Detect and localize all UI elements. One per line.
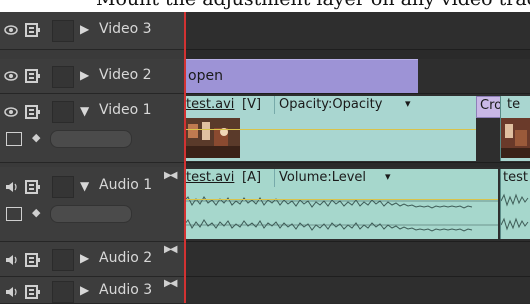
display-style-icon[interactable]: [6, 132, 22, 146]
speaker-icon[interactable]: [4, 285, 18, 299]
clip-track-tag: [V]: [242, 97, 262, 112]
chevron-down-icon: ▾: [385, 170, 391, 183]
speaker-icon[interactable]: [4, 253, 18, 267]
triangle-down-icon[interactable]: ▼: [80, 104, 89, 118]
display-style-icon[interactable]: [6, 207, 22, 221]
triangle-right-icon[interactable]: ▶: [80, 251, 89, 265]
tutorial-caption: Mount the adjustment layer on any video …: [0, 0, 530, 12]
effect-dropdown[interactable]: Volume:Level ▾: [274, 169, 397, 187]
keyframe-diamond-icon[interactable]: ◆: [32, 206, 40, 219]
track-lane-audio2[interactable]: [184, 242, 530, 277]
track-header-video2: ▶ Video 2: [0, 59, 184, 94]
track-name-audio3: Audio 3: [99, 282, 153, 298]
sync-bowtie-icon: ▶◀: [164, 278, 177, 289]
clip-audio1-test-avi[interactable]: test.avi [A] Volume:Level ▾ L R: [184, 169, 498, 239]
clip-audio1-next[interactable]: test: [500, 169, 530, 239]
keyframe-navigator[interactable]: [50, 205, 132, 223]
audio-waveform: [184, 189, 498, 237]
speaker-icon[interactable]: [4, 180, 18, 194]
track-header-video3: ▶ Video 3: [0, 12, 184, 50]
triangle-right-icon[interactable]: ▶: [80, 68, 89, 82]
eye-icon[interactable]: [4, 69, 18, 83]
track-lock-icon[interactable]: [24, 22, 42, 38]
track-name-video2: Video 2: [99, 67, 152, 83]
playhead-line[interactable]: [184, 12, 186, 303]
track-target-slot[interactable]: [52, 20, 74, 42]
track-lane-audio3[interactable]: [184, 277, 530, 303]
track-lock-icon[interactable]: [24, 252, 42, 268]
clip-thumbnail: [501, 118, 530, 158]
clip-label: te: [507, 97, 521, 112]
track-name-video1: Video 1: [99, 102, 152, 118]
track-target-slot[interactable]: [52, 66, 74, 88]
clip-file-name: test.avi: [186, 97, 235, 112]
chevron-down-icon: ▾: [405, 97, 411, 110]
track-target-slot[interactable]: [52, 281, 74, 303]
clip-video1-test-avi[interactable]: test.avi [V] Opacity:Opacity ▾: [184, 96, 476, 161]
sync-bowtie-icon: ▶◀: [164, 170, 177, 181]
clip-video1-next[interactable]: te: [500, 96, 530, 161]
clip-label: test: [503, 170, 528, 185]
audio-waveform: [501, 193, 529, 231]
eye-icon[interactable]: [4, 23, 18, 37]
track-header-audio1: ▼ Audio 1 ▶◀ ◆: [0, 167, 184, 242]
track-name-video3: Video 3: [99, 21, 152, 37]
effect-dropdown-label: Volume:Level: [279, 170, 367, 185]
track-name-audio1: Audio 1: [99, 177, 153, 193]
triangle-right-icon[interactable]: ▶: [80, 22, 89, 36]
clip-title-bar: test.avi [V] Opacity:Opacity ▾: [184, 96, 476, 114]
clip-label: open: [188, 68, 223, 84]
track-lock-icon[interactable]: [24, 179, 42, 195]
track-lock-icon[interactable]: [24, 104, 42, 120]
track-lane-video3[interactable]: [184, 12, 530, 50]
triangle-down-icon[interactable]: ▼: [80, 179, 89, 193]
track-headers-panel: ▶ Video 3 ▶ Video 2 ▼ Video 1 ◆ ▼ Audio …: [0, 12, 184, 304]
eye-icon[interactable]: [4, 105, 18, 119]
track-target-slot[interactable]: [52, 101, 74, 123]
keyframe-navigator[interactable]: [50, 130, 132, 148]
timeline-tracks-area: open test.avi [V] Opacity:Opacity ▾ Cros…: [184, 12, 530, 303]
effect-dropdown-label: Opacity:Opacity: [279, 97, 383, 112]
clip-file-name: test.avi: [186, 170, 235, 185]
track-header-video1: ▼ Video 1 ◆: [0, 94, 184, 163]
clip-thumbnail: [184, 118, 240, 158]
effect-dropdown[interactable]: Opacity:Opacity ▾: [274, 96, 421, 114]
sync-bowtie-icon: ▶◀: [164, 244, 177, 255]
track-header-audio2: ▶ Audio 2 ▶◀: [0, 242, 184, 277]
track-header-audio3: ▶ Audio 3 ▶◀: [0, 277, 184, 304]
opacity-line[interactable]: [184, 129, 476, 130]
clip-track-tag: [A]: [242, 170, 262, 185]
track-target-slot[interactable]: [52, 176, 74, 198]
track-lock-icon[interactable]: [24, 284, 42, 300]
track-lock-icon[interactable]: [24, 68, 42, 84]
clip-title-bar: test.avi [A] Volume:Level ▾: [184, 169, 498, 187]
keyframe-diamond-icon[interactable]: ◆: [32, 131, 40, 144]
volume-level-line[interactable]: [184, 199, 498, 200]
track-name-audio2: Audio 2: [99, 250, 153, 266]
clip-open[interactable]: open: [184, 59, 418, 93]
track-target-slot[interactable]: [52, 249, 74, 271]
triangle-right-icon[interactable]: ▶: [80, 283, 89, 297]
caption-text: Mount the adjustment layer on any video …: [96, 0, 530, 10]
